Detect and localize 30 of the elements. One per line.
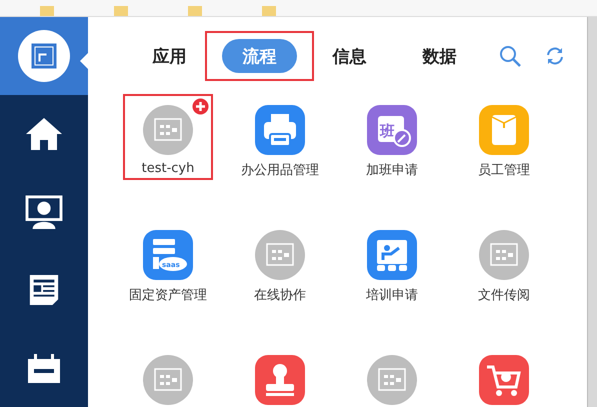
app-label: 在线协作 [254, 287, 306, 304]
app-label: 员工管理 [478, 162, 530, 179]
flowchart-icon[interactable] [255, 230, 305, 280]
printer-icon[interactable] [255, 105, 305, 155]
icon-glyph: 班 [380, 122, 395, 140]
search-icon[interactable] [498, 44, 522, 68]
app-label: 文件传阅 [478, 287, 530, 304]
overtime-form-icon[interactable]: 班 [367, 105, 417, 155]
newspaper-icon [28, 273, 60, 307]
app-label: 加班申请 [366, 162, 418, 179]
flowchart-icon[interactable] [143, 105, 193, 155]
app-label: test-cyh [142, 161, 194, 176]
calendar-icon [26, 353, 62, 383]
person-monitor-icon [25, 195, 63, 229]
flowchart-icon[interactable] [479, 230, 529, 280]
shopping-cart-icon[interactable] [479, 355, 529, 405]
home-icon [24, 116, 64, 152]
envelope-icon[interactable] [479, 105, 529, 155]
tab[interactable]: 数据 [402, 39, 477, 73]
flowchart-icon[interactable] [143, 355, 193, 405]
flowchart-icon[interactable] [367, 355, 417, 405]
pointer-notch-icon [80, 53, 88, 69]
app-label: 办公用品管理 [241, 162, 319, 179]
stamp-icon[interactable] [255, 355, 305, 405]
logo-icon [16, 28, 72, 84]
app-label: 固定资产管理 [129, 287, 207, 304]
tab[interactable]: 应用 [132, 39, 207, 73]
tab[interactable]: 信息 [312, 39, 387, 73]
app-label: 培训申请 [366, 287, 418, 304]
teacher-board-icon[interactable] [367, 230, 417, 280]
